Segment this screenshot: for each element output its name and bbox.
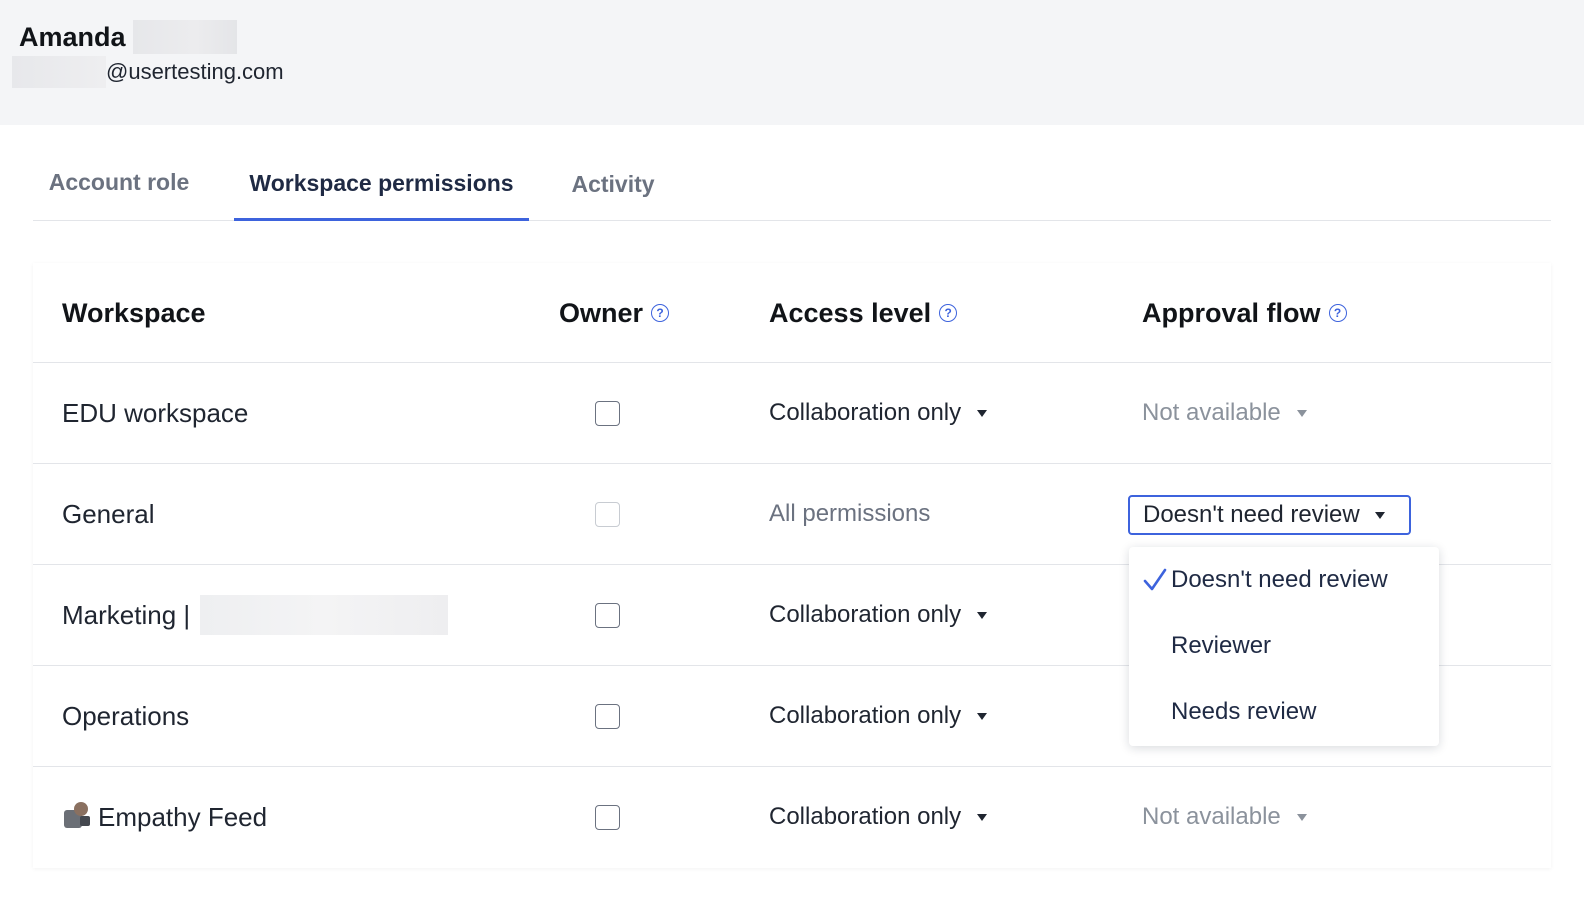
approval-flow-value: Doesn't need review	[1143, 501, 1360, 528]
redacted-workspace-suffix	[200, 595, 449, 635]
table-row: EDU workspace Collaboration only Not ava…	[33, 363, 1551, 464]
user-email-row: @usertesting.com	[12, 56, 284, 88]
user-email-domain: @usertesting.com	[106, 59, 284, 84]
user-name-row: Amanda	[19, 20, 237, 54]
owner-checkbox[interactable]	[595, 704, 620, 729]
caret-down-icon	[977, 712, 988, 720]
approval-flow-select-open[interactable]: Doesn't need review	[1128, 495, 1411, 535]
film-projector-icon	[62, 802, 92, 832]
workspace-name: Marketing |	[62, 565, 449, 665]
tab-activity[interactable]: Activity	[557, 148, 669, 221]
caret-down-icon	[977, 611, 988, 619]
dropdown-option-doesnt-need-review[interactable]: Doesn't need review	[1129, 547, 1439, 613]
owner-checkbox[interactable]	[595, 401, 620, 426]
workspace-name-text: Operations	[62, 700, 190, 731]
access-level-help-icon[interactable]: ?	[939, 304, 958, 322]
tab-account-role[interactable]: Account role	[33, 146, 205, 219]
access-level-value: Collaboration only	[769, 399, 962, 426]
approval-flow-value: Not available	[1142, 803, 1281, 830]
owner-help-icon[interactable]: ?	[651, 304, 670, 322]
checkmark-icon	[1143, 568, 1167, 591]
access-level-select[interactable]: Collaboration only	[769, 565, 988, 665]
approval-flow-select-disabled: Not available	[1142, 767, 1307, 867]
access-level-value: Collaboration only	[769, 803, 962, 830]
approval-flow-select-disabled: Not available	[1142, 363, 1307, 463]
caret-down-icon	[1296, 409, 1307, 417]
approval-flow-dropdown-menu: Doesn't need review Reviewer Needs revie…	[1129, 547, 1439, 746]
header-approval-flow: Approval flow ?	[1142, 263, 1347, 363]
workspace-name-text: Marketing |	[62, 599, 191, 630]
workspace-name: Empathy Feed	[62, 767, 267, 867]
access-level-select[interactable]: Collaboration only	[769, 767, 988, 867]
header-approval-flow-label: Approval flow	[1142, 297, 1321, 328]
workspace-name-text: EDU workspace	[62, 397, 249, 428]
header-access-level-label: Access level	[769, 297, 932, 328]
redacted-email-local-part	[12, 56, 106, 88]
owner-checkbox-disabled	[595, 502, 620, 527]
access-level-value: Collaboration only	[769, 702, 962, 729]
workspace-name-text: Empathy Feed	[98, 801, 268, 832]
dropdown-option-reviewer[interactable]: Reviewer	[1129, 613, 1439, 679]
owner-checkbox[interactable]	[595, 603, 620, 628]
header-owner: Owner ?	[559, 263, 670, 363]
redacted-last-name	[132, 20, 237, 54]
table-header: Workspace Owner ? Access level ? Approva…	[33, 263, 1551, 363]
access-level-select[interactable]: Collaboration only	[769, 666, 988, 766]
workspace-name: Operations	[62, 666, 189, 766]
user-header: Amanda @usertesting.com	[0, 0, 1584, 125]
owner-checkbox[interactable]	[595, 805, 620, 830]
tab-workspace-permissions[interactable]: Workspace permissions	[234, 148, 529, 221]
caret-down-icon	[977, 813, 988, 821]
dropdown-option-needs-review[interactable]: Needs review	[1129, 679, 1439, 745]
header-workspace: Workspace	[62, 263, 206, 363]
access-level-value: Collaboration only	[769, 601, 962, 628]
dropdown-option-label: Doesn't need review	[1171, 566, 1388, 593]
table-row: Empathy Feed Collaboration only Not avai…	[33, 767, 1551, 868]
caret-down-icon	[1374, 511, 1385, 519]
header-workspace-label: Workspace	[62, 297, 206, 328]
dropdown-option-label: Reviewer	[1171, 632, 1272, 659]
approval-flow-value: Not available	[1142, 399, 1281, 426]
dropdown-option-label: Needs review	[1171, 698, 1317, 725]
header-access-level: Access level ?	[769, 263, 958, 363]
workspace-name: General	[62, 464, 155, 564]
approval-flow-help-icon[interactable]: ?	[1328, 304, 1347, 322]
access-level-select[interactable]: Collaboration only	[769, 363, 988, 463]
caret-down-icon	[977, 409, 988, 417]
workspace-name-text: General	[62, 498, 155, 529]
caret-down-icon	[1296, 813, 1307, 821]
user-first-name: Amanda	[19, 21, 126, 52]
tab-bar: Account role Workspace permissions Activ…	[33, 148, 1551, 221]
workspace-name: EDU workspace	[62, 363, 248, 463]
header-owner-label: Owner	[559, 297, 644, 328]
access-level-static: All permissions	[769, 500, 931, 527]
